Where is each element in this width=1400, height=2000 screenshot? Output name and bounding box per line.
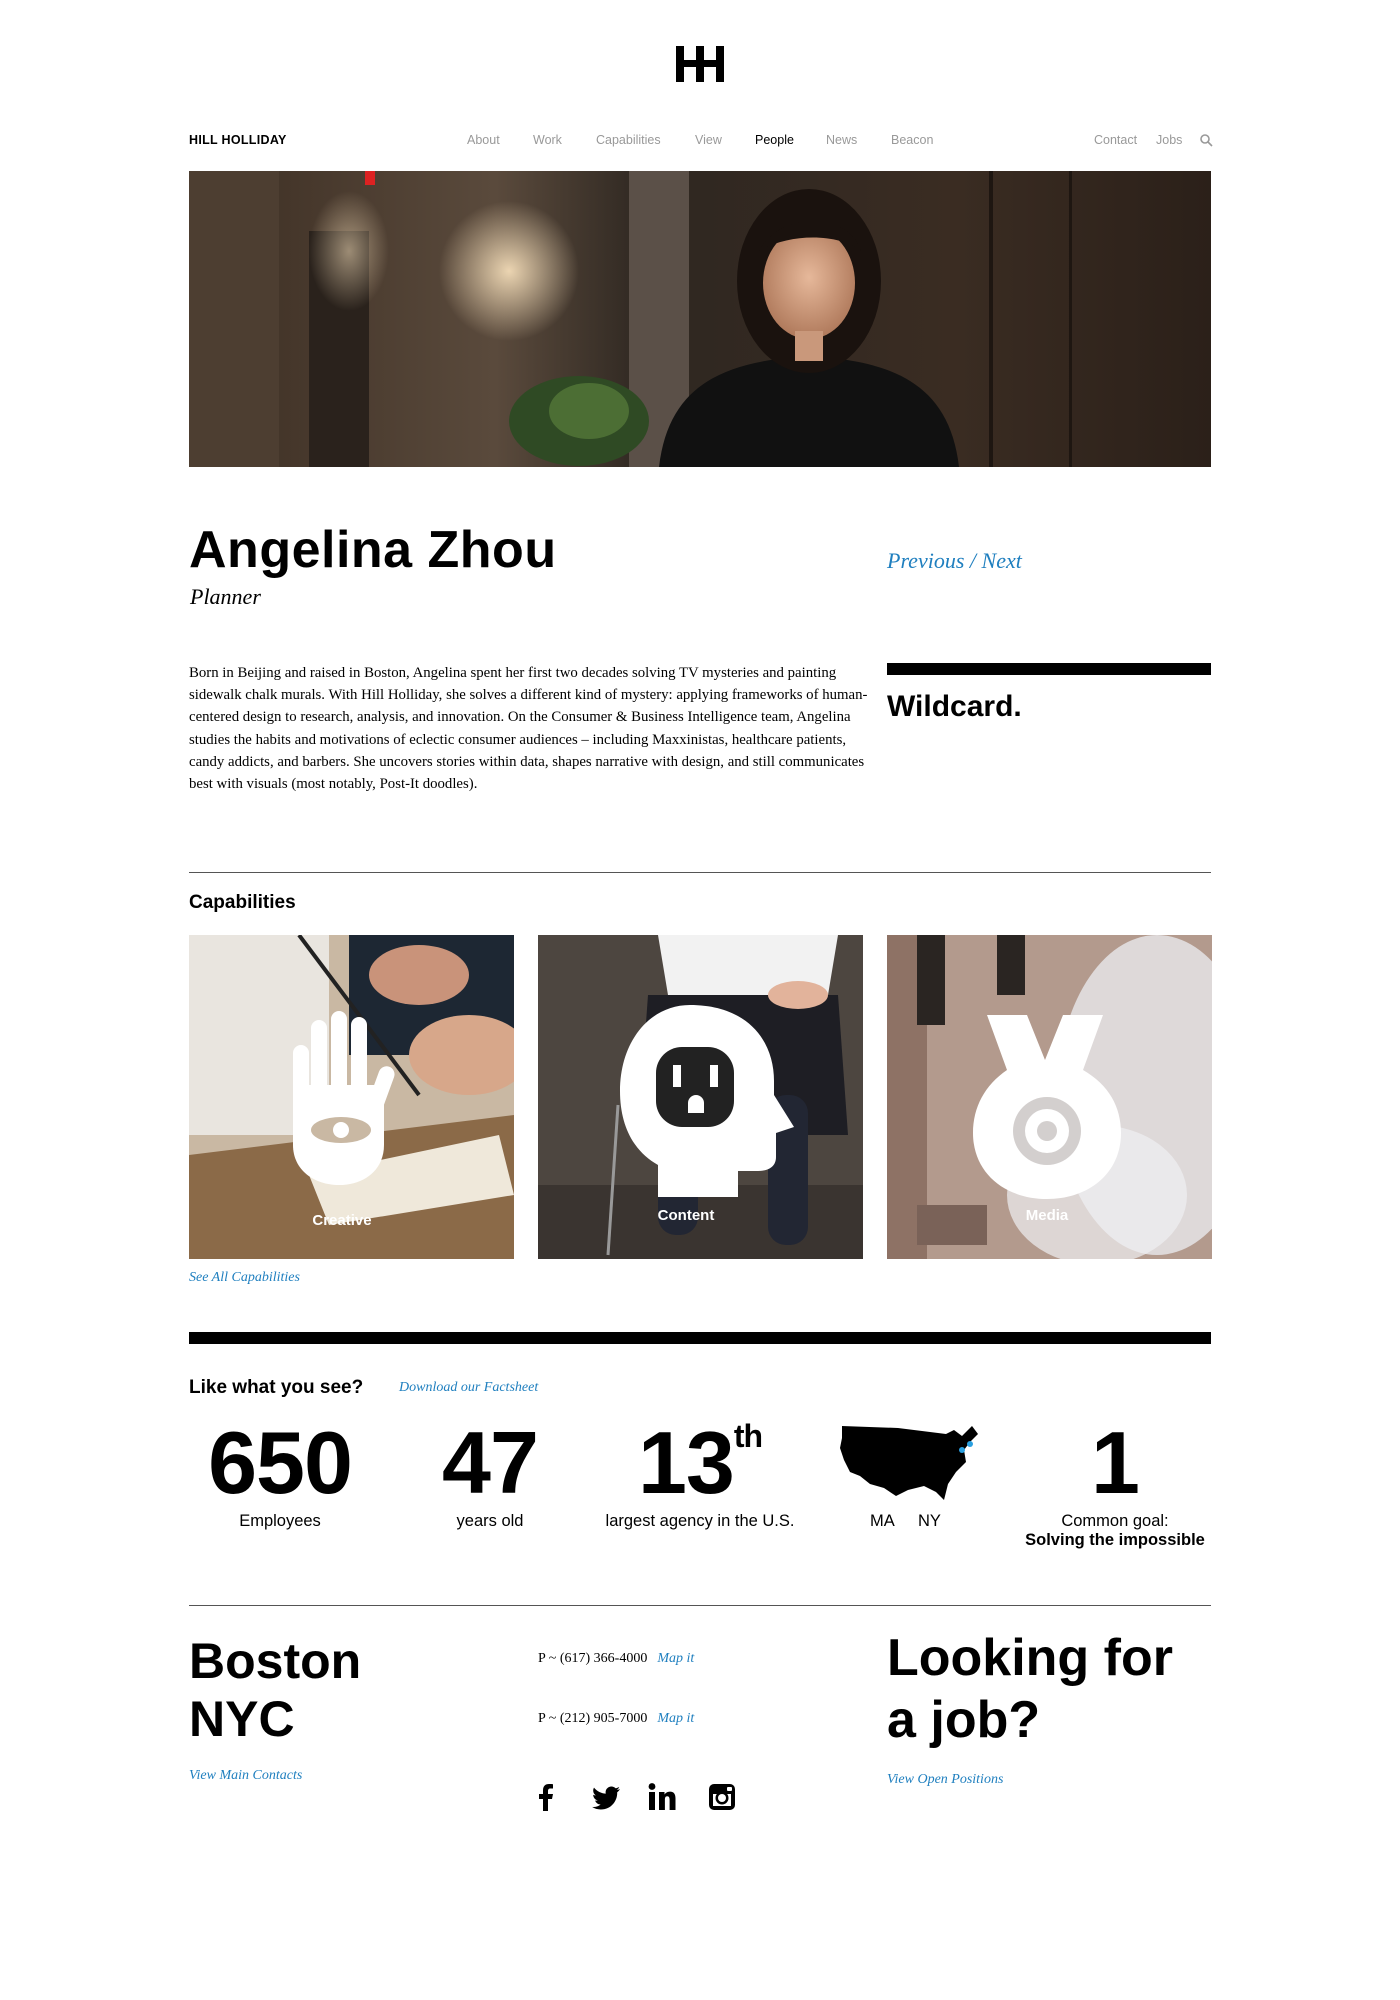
profile-title: Planner xyxy=(190,584,261,609)
see-all-capabilities-link[interactable]: See All Capabilities xyxy=(189,1270,300,1286)
download-factsheet-link[interactable]: Download our Factsheet xyxy=(399,1380,538,1396)
nav-view[interactable]: View xyxy=(695,133,722,147)
nav-about[interactable]: About xyxy=(467,133,500,147)
previous-link[interactable]: Previous xyxy=(887,548,964,573)
stat-age-label: years old xyxy=(456,1512,524,1530)
stat-employees-number: 650 xyxy=(208,1413,353,1512)
nav-contact[interactable]: Contact xyxy=(1094,133,1137,147)
job-heading-line2: a job? xyxy=(887,1691,1041,1749)
twitter-icon[interactable] xyxy=(590,1781,622,1813)
prev-next-nav: Previous / Next xyxy=(887,548,1022,574)
tile-label-creative: Creative xyxy=(312,1212,371,1229)
stat-rank-value: 13 xyxy=(637,1413,735,1512)
city-boston: Boston xyxy=(189,1633,362,1689)
capabilities-heading: Capabilities xyxy=(189,892,296,913)
linkedin-icon[interactable] xyxy=(646,1781,678,1813)
profile-name: Angelina Zhou xyxy=(189,521,557,579)
tile-label-content: Content xyxy=(658,1207,715,1224)
map-label-ma: MA xyxy=(870,1512,895,1530)
job-heading-line1: Looking for xyxy=(887,1629,1173,1687)
stats-heading: Like what you see? xyxy=(189,1377,364,1398)
map-it-nyc-link[interactable]: Map it xyxy=(657,1711,694,1726)
city-nyc: NYC xyxy=(189,1691,295,1747)
view-main-contacts-link[interactable]: View Main Contacts xyxy=(189,1768,302,1784)
section-divider xyxy=(189,872,1211,873)
map-it-boston-link[interactable]: Map it xyxy=(657,1651,694,1666)
profile-bio: Born in Beijing and raised in Boston, An… xyxy=(189,665,868,793)
stat-goal-number: 1 xyxy=(1091,1413,1140,1512)
wildcard-tag: Wildcard. xyxy=(887,690,1022,723)
map-label-ny: NY xyxy=(918,1512,941,1530)
stat-employees-label: Employees xyxy=(239,1512,321,1530)
capability-tile-content[interactable]: Content xyxy=(538,935,863,1259)
phone-boston-number[interactable]: P ~ (617) 366-4000 xyxy=(538,1651,647,1666)
nav-news[interactable]: News xyxy=(826,133,857,147)
phone-nyc: P ~ (212) 905-7000 Map it xyxy=(538,1711,694,1727)
facebook-icon[interactable] xyxy=(530,1781,562,1813)
capability-tile-creative[interactable]: Creative xyxy=(189,935,514,1259)
footer-divider xyxy=(189,1605,1211,1606)
usa-map-icon xyxy=(840,1426,978,1500)
phone-nyc-number[interactable]: P ~ (212) 905-7000 xyxy=(538,1711,647,1726)
stat-rank-suffix: th xyxy=(733,1418,763,1454)
stat-rank-label: largest agency in the U.S. xyxy=(605,1512,795,1530)
stat-age-number: 47 xyxy=(442,1413,539,1512)
stat-goal-bold: Solving the impossible xyxy=(1025,1531,1205,1549)
nav-people[interactable]: People xyxy=(755,133,794,147)
nav-work[interactable]: Work xyxy=(533,133,562,147)
wildcard-divider xyxy=(887,663,1211,675)
next-link[interactable]: Next xyxy=(982,548,1022,573)
view-open-positions-link[interactable]: View Open Positions xyxy=(887,1772,1003,1788)
stat-goal-label: Common goal: xyxy=(1061,1512,1169,1530)
prev-next-separator: / xyxy=(969,548,977,573)
phone-boston: P ~ (617) 366-4000 Map it xyxy=(538,1651,694,1667)
nav-capabilities[interactable]: Capabilities xyxy=(596,133,661,147)
search-icon[interactable] xyxy=(1199,133,1213,147)
hero-photo xyxy=(189,171,1211,467)
tile-label-media: Media xyxy=(1026,1207,1069,1224)
nav-jobs[interactable]: Jobs xyxy=(1156,133,1182,147)
capability-tile-media[interactable]: Media xyxy=(887,935,1212,1259)
hh-logo-icon[interactable] xyxy=(674,44,726,84)
nav-beacon[interactable]: Beacon xyxy=(891,133,933,147)
brand-link[interactable]: HILL HOLLIDAY xyxy=(189,133,287,147)
instagram-icon[interactable] xyxy=(706,1781,738,1813)
stat-rank-number: 13th xyxy=(600,1412,800,1514)
stats-divider xyxy=(189,1332,1211,1344)
